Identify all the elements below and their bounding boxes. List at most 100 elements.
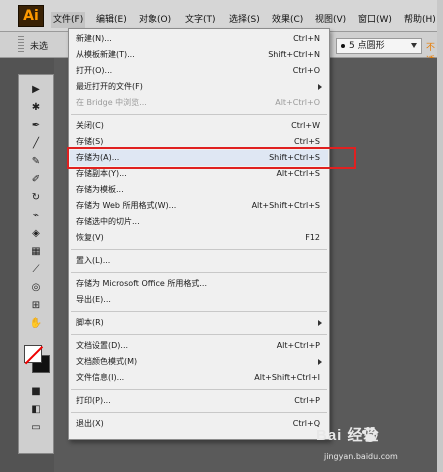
file-menu-item[interactable]: 存储为 Web 所用格式(W)... Alt+Shift+Ctrl+S — [70, 198, 328, 214]
file-menu-item[interactable]: 新建(N)... Ctrl+N — [70, 31, 328, 47]
menu-item-label: 从模板新建(T)... — [76, 50, 135, 59]
file-menu-item[interactable]: 退出(X) Ctrl+Q — [70, 416, 328, 432]
menu-item-shortcut: Alt+Ctrl+O — [275, 98, 320, 107]
menu-separator — [71, 389, 327, 390]
tool-panel: ▶ ✱ ✒ ╱ ✎ ✐ ↻ ⌁ ◈ ▦ ⟋ ◎ ⊞ ✋ ■ ◧ ▭ — [18, 74, 54, 454]
screen-mode-icon[interactable]: ▭ — [25, 421, 47, 435]
highlight-box — [67, 147, 356, 169]
file-menu-item[interactable]: 从模板新建(T)... Shift+Ctrl+N — [70, 47, 328, 63]
file-menu-item[interactable]: 打印(P)... Ctrl+P — [70, 393, 328, 409]
menu-file[interactable]: 文件(F) — [51, 12, 86, 28]
right-panel-strip — [437, 0, 443, 472]
menu-item-label: 导出(E)... — [76, 295, 111, 304]
brush-dot-icon — [341, 43, 345, 48]
blob-brush-icon[interactable]: ✐ — [25, 173, 47, 187]
magic-wand-icon[interactable]: ✱ — [25, 101, 47, 115]
menu-item-shortcut: Alt+Ctrl+P — [276, 341, 320, 350]
menu-item-shortcut: Ctrl+N — [293, 34, 320, 43]
file-menu-item[interactable]: 文档设置(D)... Alt+Ctrl+P — [70, 338, 328, 354]
menu-separator — [71, 249, 327, 250]
menu-item-shortcut: F12 — [305, 233, 320, 242]
eyedropper-icon[interactable]: ⟋ — [25, 263, 47, 277]
file-menu-item[interactable]: 关闭(C) Ctrl+W — [70, 118, 328, 134]
menu-window[interactable]: 窗口(W) — [356, 12, 394, 28]
warp-tool-icon[interactable]: ◈ — [25, 227, 47, 241]
menu-item-shortcut: Ctrl+W — [291, 121, 320, 130]
menu-separator — [71, 272, 327, 273]
menu-effect[interactable]: 效果(C) — [270, 12, 305, 28]
file-menu-item[interactable]: 存储选中的切片... — [70, 214, 328, 230]
menu-item-label: 置入(L)... — [76, 256, 111, 265]
menu-type[interactable]: 文字(T) — [183, 12, 218, 28]
menu-item-label: 打印(P)... — [76, 396, 111, 405]
menu-select[interactable]: 选择(S) — [227, 12, 262, 28]
menu-item-shortcut: Alt+Shift+Ctrl+S — [251, 201, 320, 210]
submenu-arrow-icon — [318, 359, 322, 365]
file-menu-item[interactable]: 文件信息(I)... Alt+Shift+Ctrl+I — [70, 370, 328, 386]
watermark-url: jingyan.baidu.com — [324, 452, 398, 461]
submenu-arrow-icon — [318, 84, 322, 90]
file-menu-item[interactable]: 脚本(R) — [70, 315, 328, 331]
menu-item-shortcut: Alt+Shift+Ctrl+I — [254, 373, 320, 382]
menu-separator — [71, 334, 327, 335]
menu-item-label: 在 Bridge 中浏览... — [76, 98, 147, 107]
menu-item-label: 文件信息(I)... — [76, 373, 125, 382]
menu-item-label: 存储(S) — [76, 137, 104, 146]
width-tool-icon[interactable]: ⌁ — [25, 209, 47, 223]
artboard-tool-icon[interactable]: ⊞ — [25, 299, 47, 313]
draw-mode-icon[interactable]: ◧ — [25, 403, 47, 417]
menu-item-shortcut: Ctrl+P — [294, 396, 320, 405]
menu-object[interactable]: 对象(O) — [137, 12, 173, 28]
menu-view[interactable]: 视图(V) — [313, 12, 348, 28]
menu-item-label: 存储为模板... — [76, 185, 124, 194]
file-menu-dropdown: 新建(N)... Ctrl+N 从模板新建(T)... Shift+Ctrl+N 打开(… — [68, 28, 330, 440]
menu-item-label: 存储选中的切片... — [76, 217, 140, 226]
color-mode-icon[interactable]: ■ — [25, 385, 47, 399]
file-menu-item[interactable]: 置入(L)... — [70, 253, 328, 269]
menu-item-label: 打开(O)... — [76, 66, 113, 75]
menu-item-label: 文档颜色模式(M) — [76, 357, 138, 366]
rotate-tool-icon[interactable]: ↻ — [25, 191, 47, 205]
menu-item-shortcut: Ctrl+S — [293, 137, 320, 146]
selection-tool-icon[interactable]: ▶ — [25, 83, 47, 97]
fill-stroke-swatch[interactable] — [24, 345, 50, 375]
file-menu-item[interactable]: 文档颜色模式(M) — [70, 354, 328, 370]
panel-grip-icon[interactable] — [18, 36, 24, 54]
paw-icon — [362, 427, 377, 442]
pen-tool-icon[interactable]: ✒ — [25, 119, 47, 133]
file-menu-item[interactable]: 最近打开的文件(F) — [70, 79, 328, 95]
line-tool-icon[interactable]: ╱ — [25, 137, 47, 151]
file-menu-item[interactable]: 存储为 Microsoft Office 所用格式... — [70, 276, 328, 292]
menu-edit[interactable]: 编辑(E) — [94, 12, 129, 28]
menu-item-shortcut: Ctrl+O — [292, 66, 320, 75]
brush-select[interactable]: 5 点圆形 — [336, 38, 422, 54]
symbol-tool-icon[interactable]: ▦ — [25, 245, 47, 259]
file-menu-item[interactable]: 在 Bridge 中浏览... Alt+Ctrl+O — [70, 95, 328, 111]
file-menu-item[interactable]: 导出(E)... — [70, 292, 328, 308]
menu-separator — [71, 114, 327, 115]
menu-item-label: 恢复(V) — [76, 233, 104, 242]
brush-tool-icon[interactable]: ✎ — [25, 155, 47, 169]
chevron-down-icon — [411, 43, 417, 48]
menu-item-label: 脚本(R) — [76, 318, 104, 327]
file-menu-item[interactable]: 存储为模板... — [70, 182, 328, 198]
file-menu-item[interactable]: 恢复(V) F12 — [70, 230, 328, 246]
menu-item-label: 存储副本(Y)... — [76, 169, 127, 178]
menu-item-label: 最近打开的文件(F) — [76, 82, 143, 91]
watermark: Bai 经验 jingyan.baidu.com — [316, 424, 440, 470]
menu-help[interactable]: 帮助(H) — [402, 12, 438, 28]
blend-tool-icon[interactable]: ◎ — [25, 281, 47, 295]
menu-item-shortcut: Shift+Ctrl+N — [268, 50, 320, 59]
menu-item-label: 存储为 Microsoft Office 所用格式... — [76, 279, 208, 288]
fill-swatch[interactable] — [24, 345, 42, 363]
menu-item-label: 关闭(C) — [76, 121, 104, 130]
menu-item-label: 文档设置(D)... — [76, 341, 129, 350]
brush-select-value: 5 点圆形 — [349, 41, 385, 51]
file-menu-item[interactable]: 打开(O)... Ctrl+O — [70, 63, 328, 79]
menu-item-shortcut: Alt+Ctrl+S — [276, 169, 320, 178]
menu-separator — [71, 412, 327, 413]
app-logo: Ai — [18, 5, 44, 27]
hand-tool-icon[interactable]: ✋ — [25, 317, 47, 331]
menu-item-label: 新建(N)... — [76, 34, 112, 43]
menu-item-label: 退出(X) — [76, 419, 104, 428]
